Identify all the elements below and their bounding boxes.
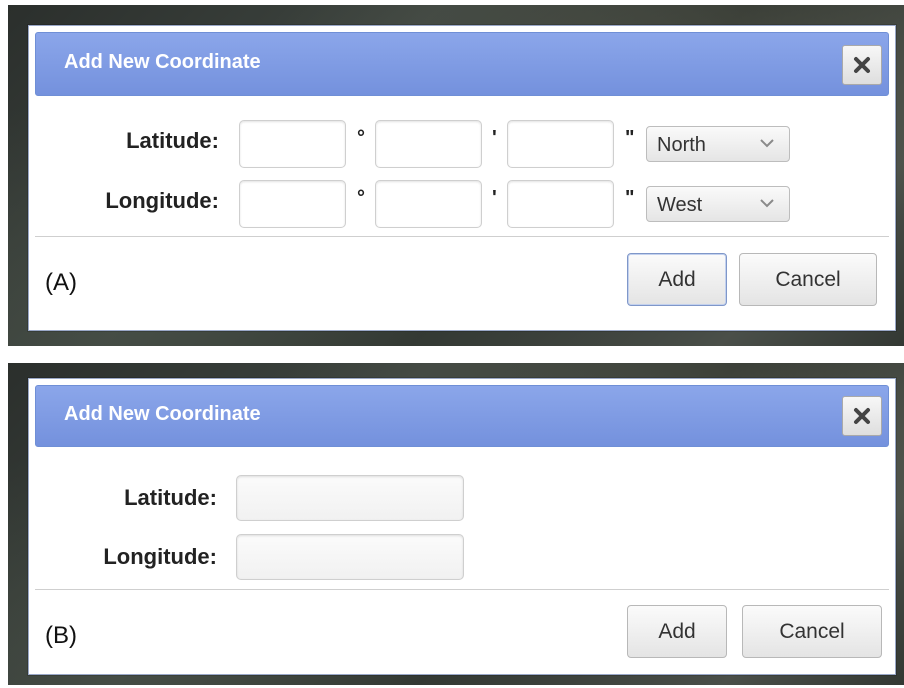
latitude-label: Latitude: [126, 128, 219, 153]
minute-symbol: ' [492, 127, 497, 149]
longitude-label: Longitude: [103, 544, 217, 569]
variant-label: (A) [45, 269, 77, 296]
latitude-direction-select[interactable]: North [646, 126, 790, 162]
latitude-input[interactable] [236, 475, 464, 521]
cancel-button[interactable]: Cancel [739, 253, 877, 306]
latitude-seconds-input[interactable] [507, 120, 614, 168]
latitude-label: Latitude: [124, 485, 217, 510]
close-button[interactable] [842, 396, 882, 436]
dialog-header: Add New Coordinate [35, 385, 889, 447]
close-x-icon [854, 408, 870, 424]
chevron-down-icon [760, 139, 774, 148]
degree-symbol: ° [357, 187, 365, 209]
longitude-degrees-input[interactable] [239, 180, 346, 228]
latitude-degrees-input[interactable] [239, 120, 346, 168]
add-coordinate-dialog-dms: Add New Coordinate Latitude: ° ' " North… [28, 25, 896, 331]
dialog-title: Add New Coordinate [64, 403, 261, 425]
cancel-button[interactable]: Cancel [742, 605, 882, 658]
screenshot-panel-a: Add New Coordinate Latitude: ° ' " North… [8, 5, 904, 346]
dialog-header: Add New Coordinate [35, 32, 889, 96]
longitude-direction-select[interactable]: West [646, 186, 790, 222]
close-button[interactable] [842, 45, 882, 85]
degree-symbol: ° [357, 127, 365, 149]
latitude-minutes-input[interactable] [375, 120, 482, 168]
variant-label: (B) [45, 622, 77, 649]
add-button[interactable]: Add [627, 253, 727, 306]
longitude-input[interactable] [236, 534, 464, 580]
dialog-title: Add New Coordinate [64, 51, 261, 73]
longitude-minutes-input[interactable] [375, 180, 482, 228]
close-x-icon [854, 57, 870, 73]
second-symbol: " [625, 187, 635, 209]
add-button[interactable]: Add [627, 605, 727, 658]
footer-divider [35, 589, 889, 590]
longitude-seconds-input[interactable] [507, 180, 614, 228]
latitude-direction-value: North [657, 134, 706, 156]
screenshot-panel-b: Add New Coordinate Latitude: Longitude: … [8, 363, 904, 685]
second-symbol: " [625, 127, 635, 149]
add-coordinate-dialog-decimal: Add New Coordinate Latitude: Longitude: … [28, 378, 896, 675]
longitude-label: Longitude: [105, 188, 219, 213]
longitude-direction-value: West [657, 194, 703, 216]
footer-divider [35, 236, 889, 237]
minute-symbol: ' [492, 187, 497, 209]
chevron-down-icon [760, 199, 774, 208]
